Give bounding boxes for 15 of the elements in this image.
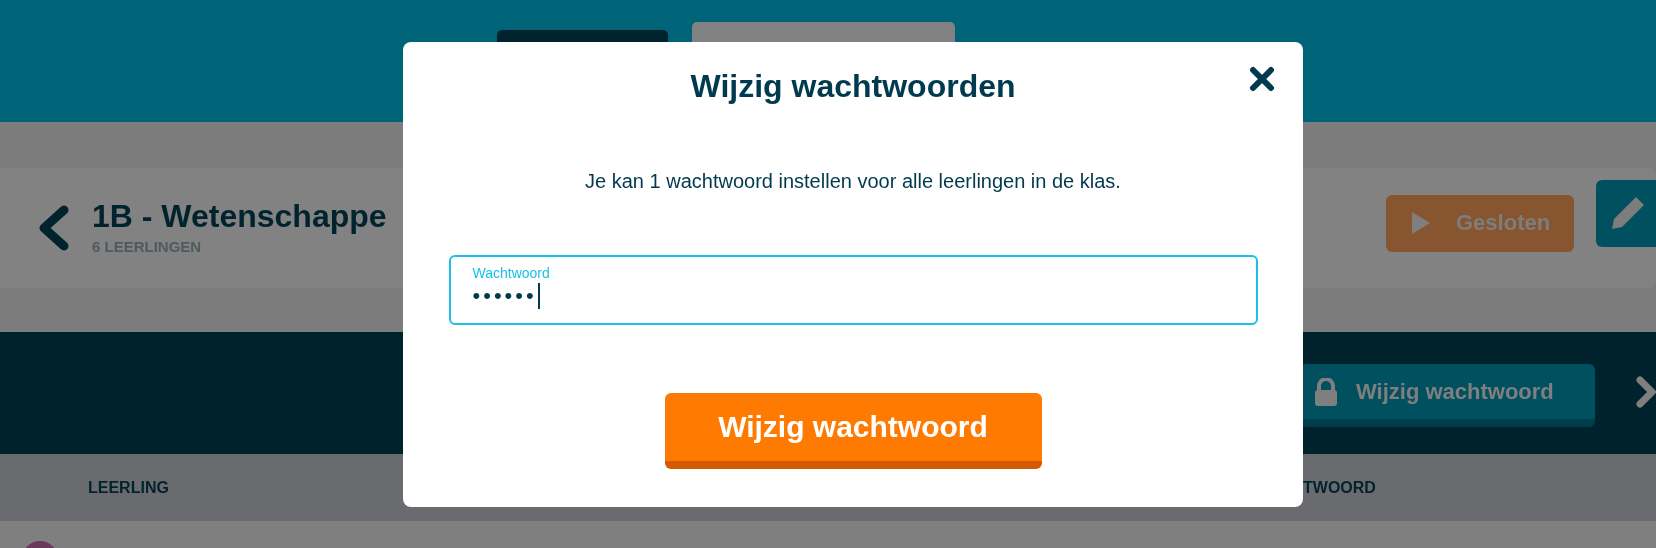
dialog-message: Je kan 1 wachtwoord instellen voor alle leerlingen in de klas. xyxy=(585,170,1121,193)
close-button[interactable] xyxy=(1249,66,1275,92)
edit-button[interactable] xyxy=(1596,179,1656,247)
change-password-button[interactable]: Wijzig wachtwoord xyxy=(1300,364,1595,427)
class-title: 1B - Wetenschappe xyxy=(92,196,387,236)
dialog-title: Wijzig wachtwoorden xyxy=(690,67,1016,106)
pencil-icon xyxy=(1610,195,1646,231)
column-header[interactable]: LEERLING xyxy=(88,478,169,497)
lock-icon xyxy=(1314,377,1338,406)
play-icon xyxy=(1412,212,1430,234)
password-field[interactable]: Wachtwoord •••••• xyxy=(448,255,1258,325)
column-header[interactable]: TWOORD xyxy=(1303,478,1376,497)
close-icon xyxy=(1249,66,1275,92)
change-password-button[interactable]: Wijzig wachtwoord xyxy=(664,393,1042,469)
chevron-right-icon[interactable] xyxy=(1636,376,1656,408)
